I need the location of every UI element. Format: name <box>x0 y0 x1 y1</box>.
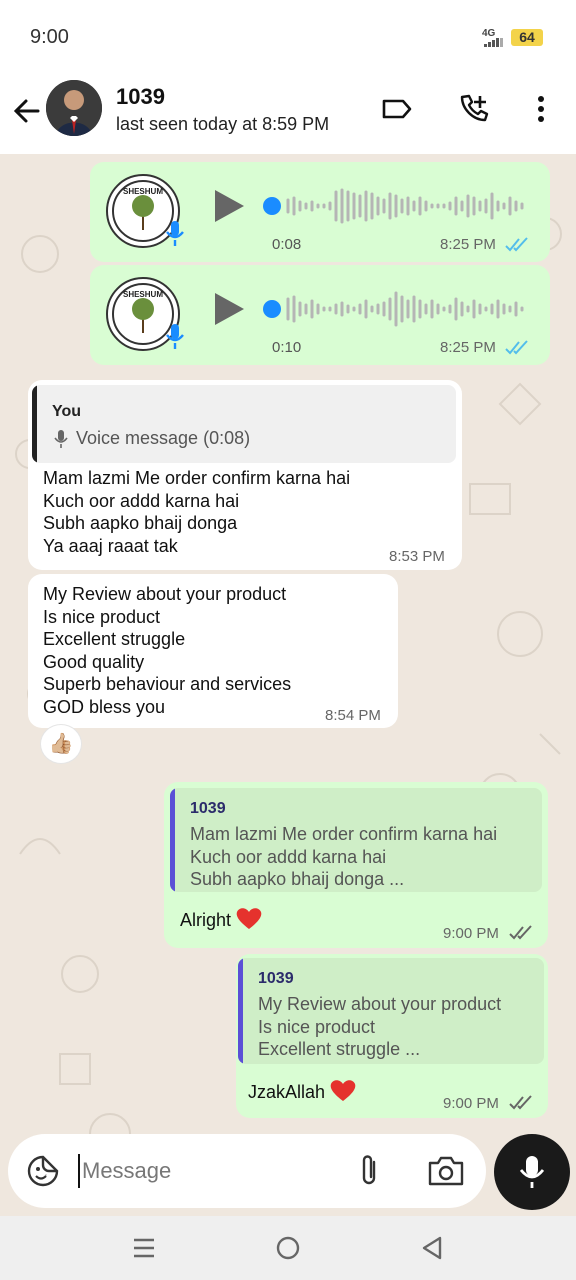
message-composer <box>8 1134 486 1208</box>
waveform[interactable] <box>262 289 532 329</box>
incoming-message-bubble[interactable]: My Review about your product Is nice pro… <box>28 574 398 728</box>
play-icon[interactable] <box>212 291 246 327</box>
attach-icon[interactable] <box>354 1152 384 1190</box>
message-time: 8:25 PM <box>440 236 496 253</box>
text-cursor <box>78 1154 80 1188</box>
delivered-receipt-icon <box>509 925 532 940</box>
quote-text: My Review about your product Is nice pro… <box>258 994 502 1059</box>
quote-sender: You <box>52 403 82 420</box>
chat-area[interactable]: SHESHUM 0:08 8:25 PM SHESHUM 0:10 8:25 P… <box>0 154 576 1134</box>
voice-record-button[interactable] <box>494 1134 570 1210</box>
quoted-message[interactable]: 1039 My Review about your product Is nic… <box>238 958 544 1064</box>
quote-bar <box>238 958 243 1064</box>
microphone-icon <box>166 221 184 246</box>
voice-duration: 0:10 <box>272 339 302 356</box>
reaction-badge[interactable]: 👍🏼 <box>40 724 82 764</box>
label-icon[interactable] <box>380 92 414 126</box>
microphone-icon <box>519 1156 545 1188</box>
microphone-icon <box>54 430 68 448</box>
delivered-receipt-icon <box>509 1095 532 1110</box>
signal-icon <box>484 38 503 47</box>
message-time: 8:53 PM <box>389 548 445 565</box>
read-receipt-icon <box>505 237 528 252</box>
message-input[interactable] <box>82 1154 332 1188</box>
quote-bar <box>170 788 175 892</box>
back-nav-icon[interactable] <box>418 1234 446 1262</box>
outgoing-message-bubble[interactable]: 1039 Mam lazmi Me order confirm karna ha… <box>164 782 548 948</box>
quote-text: Mam lazmi Me order confirm karna hai Kuc… <box>190 824 498 889</box>
camera-icon[interactable] <box>426 1154 466 1188</box>
voice-message-bubble[interactable]: SHESHUM <box>90 265 550 365</box>
contact-avatar[interactable] <box>46 80 102 136</box>
outgoing-message-bubble[interactable]: 1039 My Review about your product Is nic… <box>236 954 548 1118</box>
microphone-icon <box>166 324 184 349</box>
back-arrow-icon[interactable] <box>10 94 44 128</box>
message-text: Alright <box>180 910 232 930</box>
contact-name[interactable]: 1039 <box>116 84 165 110</box>
status-bar: 9:00 4G 64 <box>0 0 576 74</box>
battery-indicator: 64 <box>511 29 543 46</box>
quoted-message[interactable]: 1039 Mam lazmi Me order confirm karna ha… <box>170 788 542 892</box>
heart-emoji-icon <box>330 1080 356 1101</box>
svg-text:SHESHUM: SHESHUM <box>123 290 163 299</box>
home-icon[interactable] <box>274 1234 302 1262</box>
voice-message-bubble[interactable]: SHESHUM <box>90 162 550 262</box>
heart-emoji-icon <box>236 908 262 929</box>
message-time: 9:00 PM <box>443 1095 499 1112</box>
recent-apps-icon[interactable] <box>130 1234 158 1262</box>
incoming-message-bubble[interactable]: You Voice message (0:08) Mam lazmi Me or… <box>28 380 462 570</box>
status-time: 9:00 <box>30 26 69 48</box>
quote-text: Voice message (0:08) <box>76 428 251 448</box>
more-options-icon[interactable] <box>524 92 558 126</box>
message-text: JzakAllah <box>248 1082 326 1102</box>
voice-duration: 0:08 <box>272 236 302 253</box>
system-nav-bar <box>0 1216 576 1280</box>
sticker-icon[interactable] <box>26 1154 60 1188</box>
quote-sender: 1039 <box>258 970 294 987</box>
quoted-message[interactable]: You Voice message (0:08) <box>32 385 456 463</box>
quote-bar <box>32 385 37 463</box>
read-receipt-icon <box>505 340 528 355</box>
message-time: 8:25 PM <box>440 339 496 356</box>
chat-header: 1039 last seen today at 8:59 PM <box>0 74 576 154</box>
play-icon[interactable] <box>212 188 246 224</box>
message-content: Alright <box>180 906 263 931</box>
message-text: My Review about your product Is nice pro… <box>43 584 292 717</box>
message-time: 9:00 PM <box>443 925 499 942</box>
waveform[interactable] <box>262 186 532 226</box>
message-time: 8:54 PM <box>325 707 381 724</box>
message-text: Mam lazmi Me order confirm karna hai Kuc… <box>43 468 351 556</box>
quote-sender: 1039 <box>190 800 226 817</box>
add-call-icon[interactable] <box>456 92 490 126</box>
last-seen-status: last seen today at 8:59 PM <box>116 114 330 134</box>
svg-text:SHESHUM: SHESHUM <box>123 187 163 196</box>
message-content: JzakAllah <box>248 1078 357 1103</box>
